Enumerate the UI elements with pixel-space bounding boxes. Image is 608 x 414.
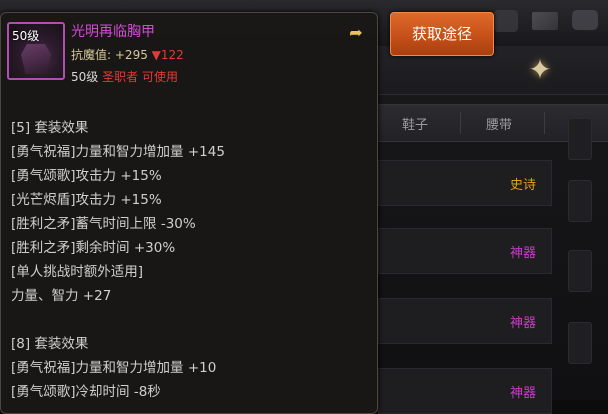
effect-line: [胜利之矛]剩余时间 +30% [11, 240, 176, 256]
item-name: 光明再临胸甲 [71, 24, 155, 40]
effect-line: [单人挑战时额外适用] [11, 264, 144, 280]
resistance-label: 抗魔值: [71, 48, 112, 62]
chat-icon[interactable] [572, 10, 598, 30]
side-slot[interactable] [568, 180, 592, 222]
resistance-change: ▼122 [151, 48, 184, 62]
side-slot[interactable] [568, 250, 592, 292]
effect-line: [胜利之矛]蓄气时间上限 -30% [11, 216, 196, 232]
get-route-button[interactable]: 获取途径 [390, 12, 494, 56]
side-slot[interactable] [568, 118, 592, 160]
cloud-icon[interactable] [494, 10, 518, 32]
column-belt[interactable]: 腰带 [486, 114, 512, 133]
item-tooltip: 50级 光明再临胸甲 抗魔值: +295 ▼122 50级 圣职者 可使用 ➦ … [0, 12, 378, 414]
effect-line: 力量、智力 +27 [11, 288, 112, 304]
chest-armor-icon [21, 44, 51, 74]
mail-icon[interactable] [532, 12, 558, 30]
column-divider [460, 112, 461, 134]
rarity-tag: 神器 [510, 246, 537, 261]
column-shoes[interactable]: 鞋子 [402, 114, 428, 133]
resistance-value: +295 [114, 48, 148, 62]
rarity-tag: 史诗 [510, 178, 537, 193]
requirement-level: 50级 [71, 70, 99, 84]
resistance-stat: 抗魔值: +295 ▼122 [71, 46, 184, 63]
set-effects: [5] 套装效果 [勇气祝福]力量和智力增加量 +145 [勇气颂歌]攻击力 +… [11, 116, 371, 404]
effect-line: [勇气祝福]力量和智力增加量 +10 [11, 360, 217, 376]
requirement-status: 可使用 [141, 70, 178, 84]
set-effect-header: [5] 套装效果 [11, 120, 89, 136]
settings-sparkle-icon[interactable]: ✦ [523, 53, 557, 87]
requirement: 50级 圣职者 可使用 [71, 68, 178, 85]
share-icon[interactable]: ➦ [345, 24, 367, 42]
effect-line: [勇气祝福]力量和智力增加量 +145 [11, 144, 225, 160]
requirement-job: 圣职者 [102, 70, 139, 84]
level-badge: 50级 [12, 29, 40, 43]
effect-line: [勇气颂歌]冷却时间 -8秒 [11, 384, 161, 400]
effect-line: [勇气颂歌]攻击力 +15% [11, 168, 162, 184]
column-divider [544, 112, 545, 134]
effect-line: [光芒烬盾]攻击力 +15% [11, 192, 162, 208]
rarity-tag: 神器 [510, 386, 537, 401]
rarity-tag: 神器 [510, 316, 537, 331]
side-slot[interactable] [568, 322, 592, 364]
item-thumbnail: 50级 [7, 22, 65, 80]
set-effect-header: [8] 套装效果 [11, 336, 89, 352]
